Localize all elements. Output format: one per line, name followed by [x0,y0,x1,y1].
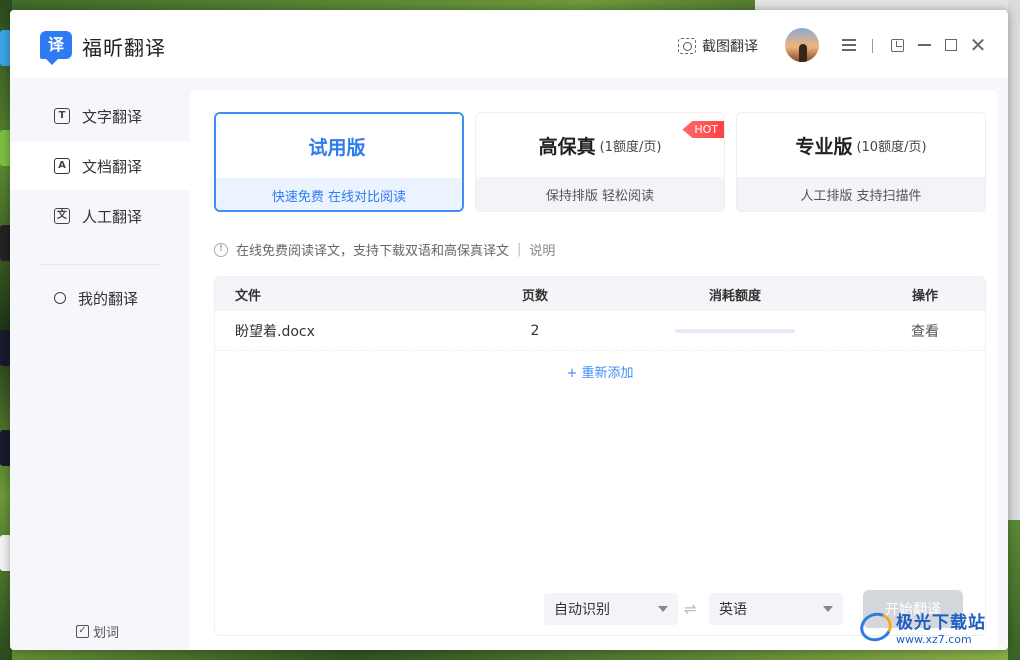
plan-sub: (1额度/页) [599,139,662,155]
chevron-down-icon [658,606,668,612]
column-header-action: 操作 [911,288,938,304]
minimize-icon[interactable] [913,34,935,56]
maximize-icon[interactable] [940,34,962,56]
file-name: 盼望着.docx [235,323,315,340]
app-title: 福昕翻译 [82,36,166,60]
watermark: 极光下载站 www.xz7.com [856,608,986,646]
page-count: 2 [530,322,540,339]
text-icon: T [54,108,70,124]
credit-progress [605,328,865,333]
user-icon [54,292,66,304]
plan-card-professional[interactable]: 专业版 (10额度/页) 人工排版 支持扫描件 [736,112,986,212]
sidebar-item-my-translations[interactable]: 我的翻译 [10,274,190,322]
background-window-edge [1008,0,1020,660]
camera-icon [678,38,696,54]
target-language-select[interactable]: 英语 [709,593,843,625]
divider [872,39,873,53]
notice-help-link[interactable]: 说明 [529,240,555,259]
sidebar-item-human-translate[interactable]: 文 人工翻译 [10,192,190,240]
notice-separator: | [517,242,522,257]
screenshot-translate-button[interactable]: 截图翻译 [678,34,758,58]
plan-desc: 人工排版 支持扫描件 [737,177,985,211]
checkbox-icon: ✓ [76,625,89,638]
main-panel: 试用版 快速免费 在线对比阅读 高保真 (1额度/页) 保持排版 轻松阅读 HO… [190,78,1008,650]
sidebar-item-document-translate[interactable]: A 文档翻译 [10,142,190,190]
app-logo-icon: 译 [40,31,72,65]
sidebar-item-label: 文档翻译 [82,157,143,176]
app-window: 译 福昕翻译 截图翻译 ✕ T 文字翻译 A 文档翻译 文 人工翻译 我的翻译 [10,10,1008,650]
plan-head: 试用版 [216,114,462,178]
plan-name: 高保真 [538,135,596,158]
sidebar-item-label: 文字翻译 [82,107,143,126]
info-icon: ! [214,242,228,257]
file-table: 文件 页数 消耗额度 操作 盼望着.docx 2 查看 + 重新添加 [214,276,986,636]
sidebar-item-label: 我的翻译 [78,289,139,308]
table-row: 盼望着.docx 2 查看 [215,311,985,351]
plan-head: 专业版 (10额度/页) [737,113,985,177]
plan-card-high-fidelity[interactable]: 高保真 (1额度/页) 保持排版 轻松阅读 HOT [475,112,725,212]
plan-desc: 保持排版 轻松阅读 [476,177,724,211]
notice-text: 在线免费阅读译文，支持下载双语和高保真译文 [236,244,510,259]
titlebar: 译 福昕翻译 截图翻译 ✕ [10,10,1008,78]
main-content: 试用版 快速免费 在线对比阅读 高保真 (1额度/页) 保持排版 轻松阅读 HO… [190,90,998,650]
screenshot-translate-label: 截图翻译 [702,39,758,55]
close-icon[interactable]: ✕ [967,33,989,57]
watermark-logo-icon [856,608,896,646]
notice: ! 在线免费阅读译文，支持下载双语和高保真译文 | 说明 [214,240,555,259]
source-language-value: 自动识别 [554,602,610,618]
document-icon: A [54,158,70,174]
plan-name: 专业版 [795,135,853,158]
plan-sub: (10额度/页) [856,139,927,155]
sidebar-divider [40,264,160,265]
chevron-down-icon [823,606,833,612]
avatar[interactable] [785,28,819,62]
target-language-value: 英语 [719,602,747,618]
table-header: 文件 页数 消耗额度 操作 [215,277,985,311]
sidebar: T 文字翻译 A 文档翻译 文 人工翻译 我的翻译 ✓ 划词 [10,78,190,650]
column-header-pages: 页数 [521,288,548,304]
plan-desc: 快速免费 在线对比阅读 [216,178,462,210]
plan-head: 高保真 (1额度/页) [476,113,724,177]
mini-mode-icon[interactable] [886,34,908,56]
sidebar-item-text-translate[interactable]: T 文字翻译 [10,92,190,140]
column-header-file: 文件 [235,288,262,304]
progress-bar [675,328,795,333]
plan-name: 试用版 [308,136,366,159]
watermark-url: www.xz7.com [896,633,972,646]
view-link[interactable]: 查看 [911,324,939,340]
huaci-toggle[interactable]: ✓ 划词 [76,622,119,641]
column-header-credits: 消耗额度 [708,288,761,304]
source-language-select[interactable]: 自动识别 [544,593,678,625]
sidebar-item-label: 人工翻译 [82,207,143,226]
menu-icon[interactable] [838,34,860,56]
huaci-label: 划词 [93,626,120,641]
human-translate-icon: 文 [54,208,70,224]
re-add-button[interactable]: + 重新添加 [215,351,985,391]
plan-card-trial[interactable]: 试用版 快速免费 在线对比阅读 [214,112,464,212]
swap-language-icon[interactable]: ⇌ [684,600,697,618]
watermark-title: 极光下载站 [896,613,986,633]
